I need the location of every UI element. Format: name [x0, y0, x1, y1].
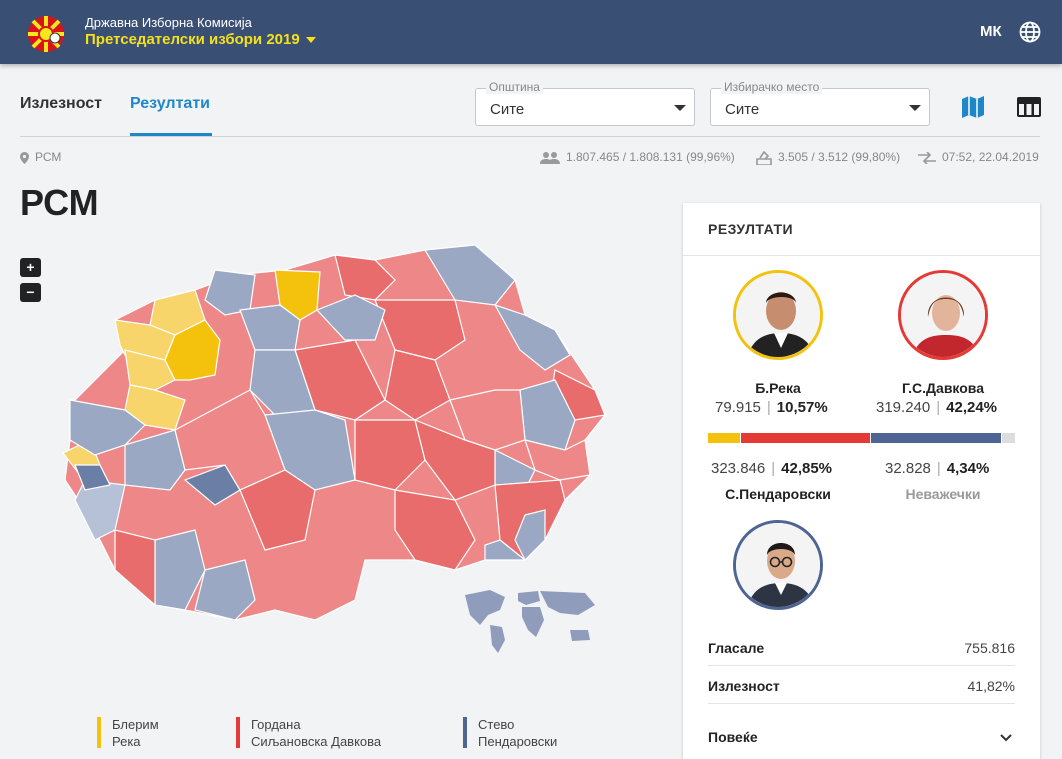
last-update-value: 07:52, 22.04.2019 — [942, 150, 1039, 164]
language-switch[interactable]: МК — [980, 23, 1002, 40]
legend-first-name: Блерим — [112, 717, 159, 732]
percent-value: 10,57% — [776, 399, 828, 416]
dropdown-arrow-icon — [674, 105, 686, 111]
legend-color-bar — [463, 717, 467, 748]
last-update: 07:52, 22.04.2019 — [918, 150, 1039, 165]
legend-item-pendarovski: Стево Пендаровски — [463, 716, 558, 750]
polling-station-select-label: Избирачко место — [721, 80, 823, 94]
candidate-votes-pendarovski: 323.846 | 42,85% — [711, 460, 833, 477]
turnout-row: Излезност 41,82% — [708, 666, 1015, 704]
avatar-reka[interactable] — [733, 270, 823, 360]
legend-color-bar — [97, 717, 101, 748]
results-panel-title: РЕЗУЛТАТИ — [708, 221, 794, 237]
avatar-pendarovski[interactable] — [733, 520, 823, 610]
legend-last-name: Пендаровски — [478, 734, 558, 749]
tabs-divider — [20, 136, 1040, 137]
legend-item-reka: Блерим Река — [97, 716, 159, 750]
candidate-name-reka: Б.Река — [755, 380, 801, 396]
tab-results[interactable]: Резултати — [130, 95, 210, 113]
legend-last-name: Сиљановска Давкова — [251, 734, 382, 749]
voted-value: 755.816 — [964, 640, 1015, 656]
legend-first-name: Гордана — [251, 717, 301, 732]
breadcrumb: РСМ — [20, 150, 61, 164]
ballot-box-icon — [756, 150, 772, 166]
results-panel: РЕЗУЛТАТИ Б.Река 79.915 | 10,57% Г.С.Давко… — [683, 203, 1040, 759]
stations-count: 3.505 / 3.512 (99,80%) — [756, 150, 901, 166]
top-bar: Државна Изборна Комисија Претседателски … — [0, 0, 1062, 64]
legend-item-davkova: Гордана Сиљановска Давкова — [236, 716, 382, 750]
vote-share-segment — [741, 433, 870, 443]
legend-last-name: Река — [112, 734, 141, 749]
legend-color-bar — [236, 717, 240, 748]
zoom-in-button[interactable]: + — [20, 258, 41, 277]
turnout-value: 41,82% — [967, 678, 1015, 694]
dropdown-arrow-icon — [909, 105, 921, 111]
vote-share-segment — [708, 433, 741, 443]
map-region — [114, 529, 156, 607]
voted-label: Гласале — [708, 640, 765, 656]
legend-first-name: Стево — [478, 717, 515, 732]
percent-value: 4,34% — [946, 460, 990, 477]
percent-value: 42,85% — [781, 460, 833, 477]
voters-count-value: 1.807.465 / 1.808.131 (99,96%) — [566, 150, 735, 164]
municipality-select-label: Општина — [486, 80, 543, 94]
candidate-name-davkova: Г.С.Давкова — [901, 380, 985, 396]
sun-flag-logo[interactable] — [22, 14, 70, 54]
page-title: РСМ — [20, 182, 99, 223]
municipality-select-value: Сите — [490, 101, 525, 118]
more-button[interactable]: Повеќе — [708, 729, 758, 745]
avatar-davkova[interactable] — [898, 270, 988, 360]
world-minimap-icon[interactable] — [460, 585, 600, 655]
tab-turnout[interactable]: Излезност — [20, 95, 102, 113]
table-view-icon[interactable] — [1015, 93, 1043, 121]
votes-value: 323.846 — [711, 460, 766, 477]
voters-count: 1.807.465 / 1.808.131 (99,96%) — [540, 150, 735, 164]
sync-arrows-icon — [918, 151, 936, 165]
percent-value: 42,24% — [946, 399, 998, 416]
candidate-votes-davkova: 319.240 | 42,24% — [876, 399, 998, 416]
vote-share-segment — [1001, 433, 1016, 443]
people-icon — [540, 151, 560, 164]
invalid-votes-label: Неважечки — [905, 486, 981, 502]
invalid-votes: 32.828 | 4,34% — [885, 460, 990, 477]
turnout-label: Излезност — [708, 678, 780, 694]
org-name: Државна Изборна Комисија — [85, 15, 252, 30]
divider — [683, 255, 1040, 256]
votes-value: 319.240 — [876, 399, 931, 416]
election-label: Претседателски избори 2019 — [85, 31, 300, 48]
polling-station-select[interactable]: Избирачко место Сите — [710, 80, 930, 126]
location-pin-icon — [20, 151, 29, 164]
voted-row: Гласале 755.816 — [708, 628, 1015, 666]
chevron-down-icon[interactable] — [998, 730, 1014, 746]
vote-share-bar — [708, 433, 1016, 443]
zoom-out-button[interactable]: − — [20, 283, 41, 302]
stations-count-value: 3.505 / 3.512 (99,80%) — [778, 150, 901, 164]
municipality-select[interactable]: Општина Сите — [475, 80, 695, 126]
votes-value: 32.828 — [885, 460, 931, 477]
vote-share-segment — [870, 433, 1001, 443]
candidate-name-pendarovski: С.Пендаровски — [725, 486, 831, 502]
polling-station-select-value: Сите — [725, 101, 760, 118]
caret-down-icon — [305, 37, 316, 44]
election-selector[interactable]: Претседателски избори 2019 — [85, 31, 316, 48]
globe-icon[interactable] — [1019, 21, 1041, 43]
votes-value: 79.915 — [715, 399, 761, 416]
breadcrumb-location: РСМ — [35, 150, 62, 164]
map-view-icon[interactable] — [959, 93, 987, 121]
candidate-votes-reka: 79.915 | 10,57% — [715, 399, 828, 416]
